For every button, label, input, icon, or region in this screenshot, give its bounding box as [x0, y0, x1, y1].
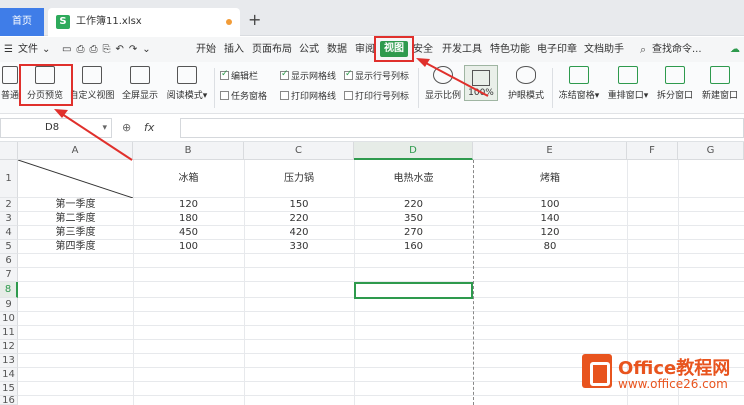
- watermark-url: www.office26.com: [618, 377, 728, 391]
- office-logo-icon: [582, 354, 612, 388]
- annotation-arrows: [54, 58, 489, 161]
- site-watermark: Office教程网 www.office26.com: [582, 350, 744, 405]
